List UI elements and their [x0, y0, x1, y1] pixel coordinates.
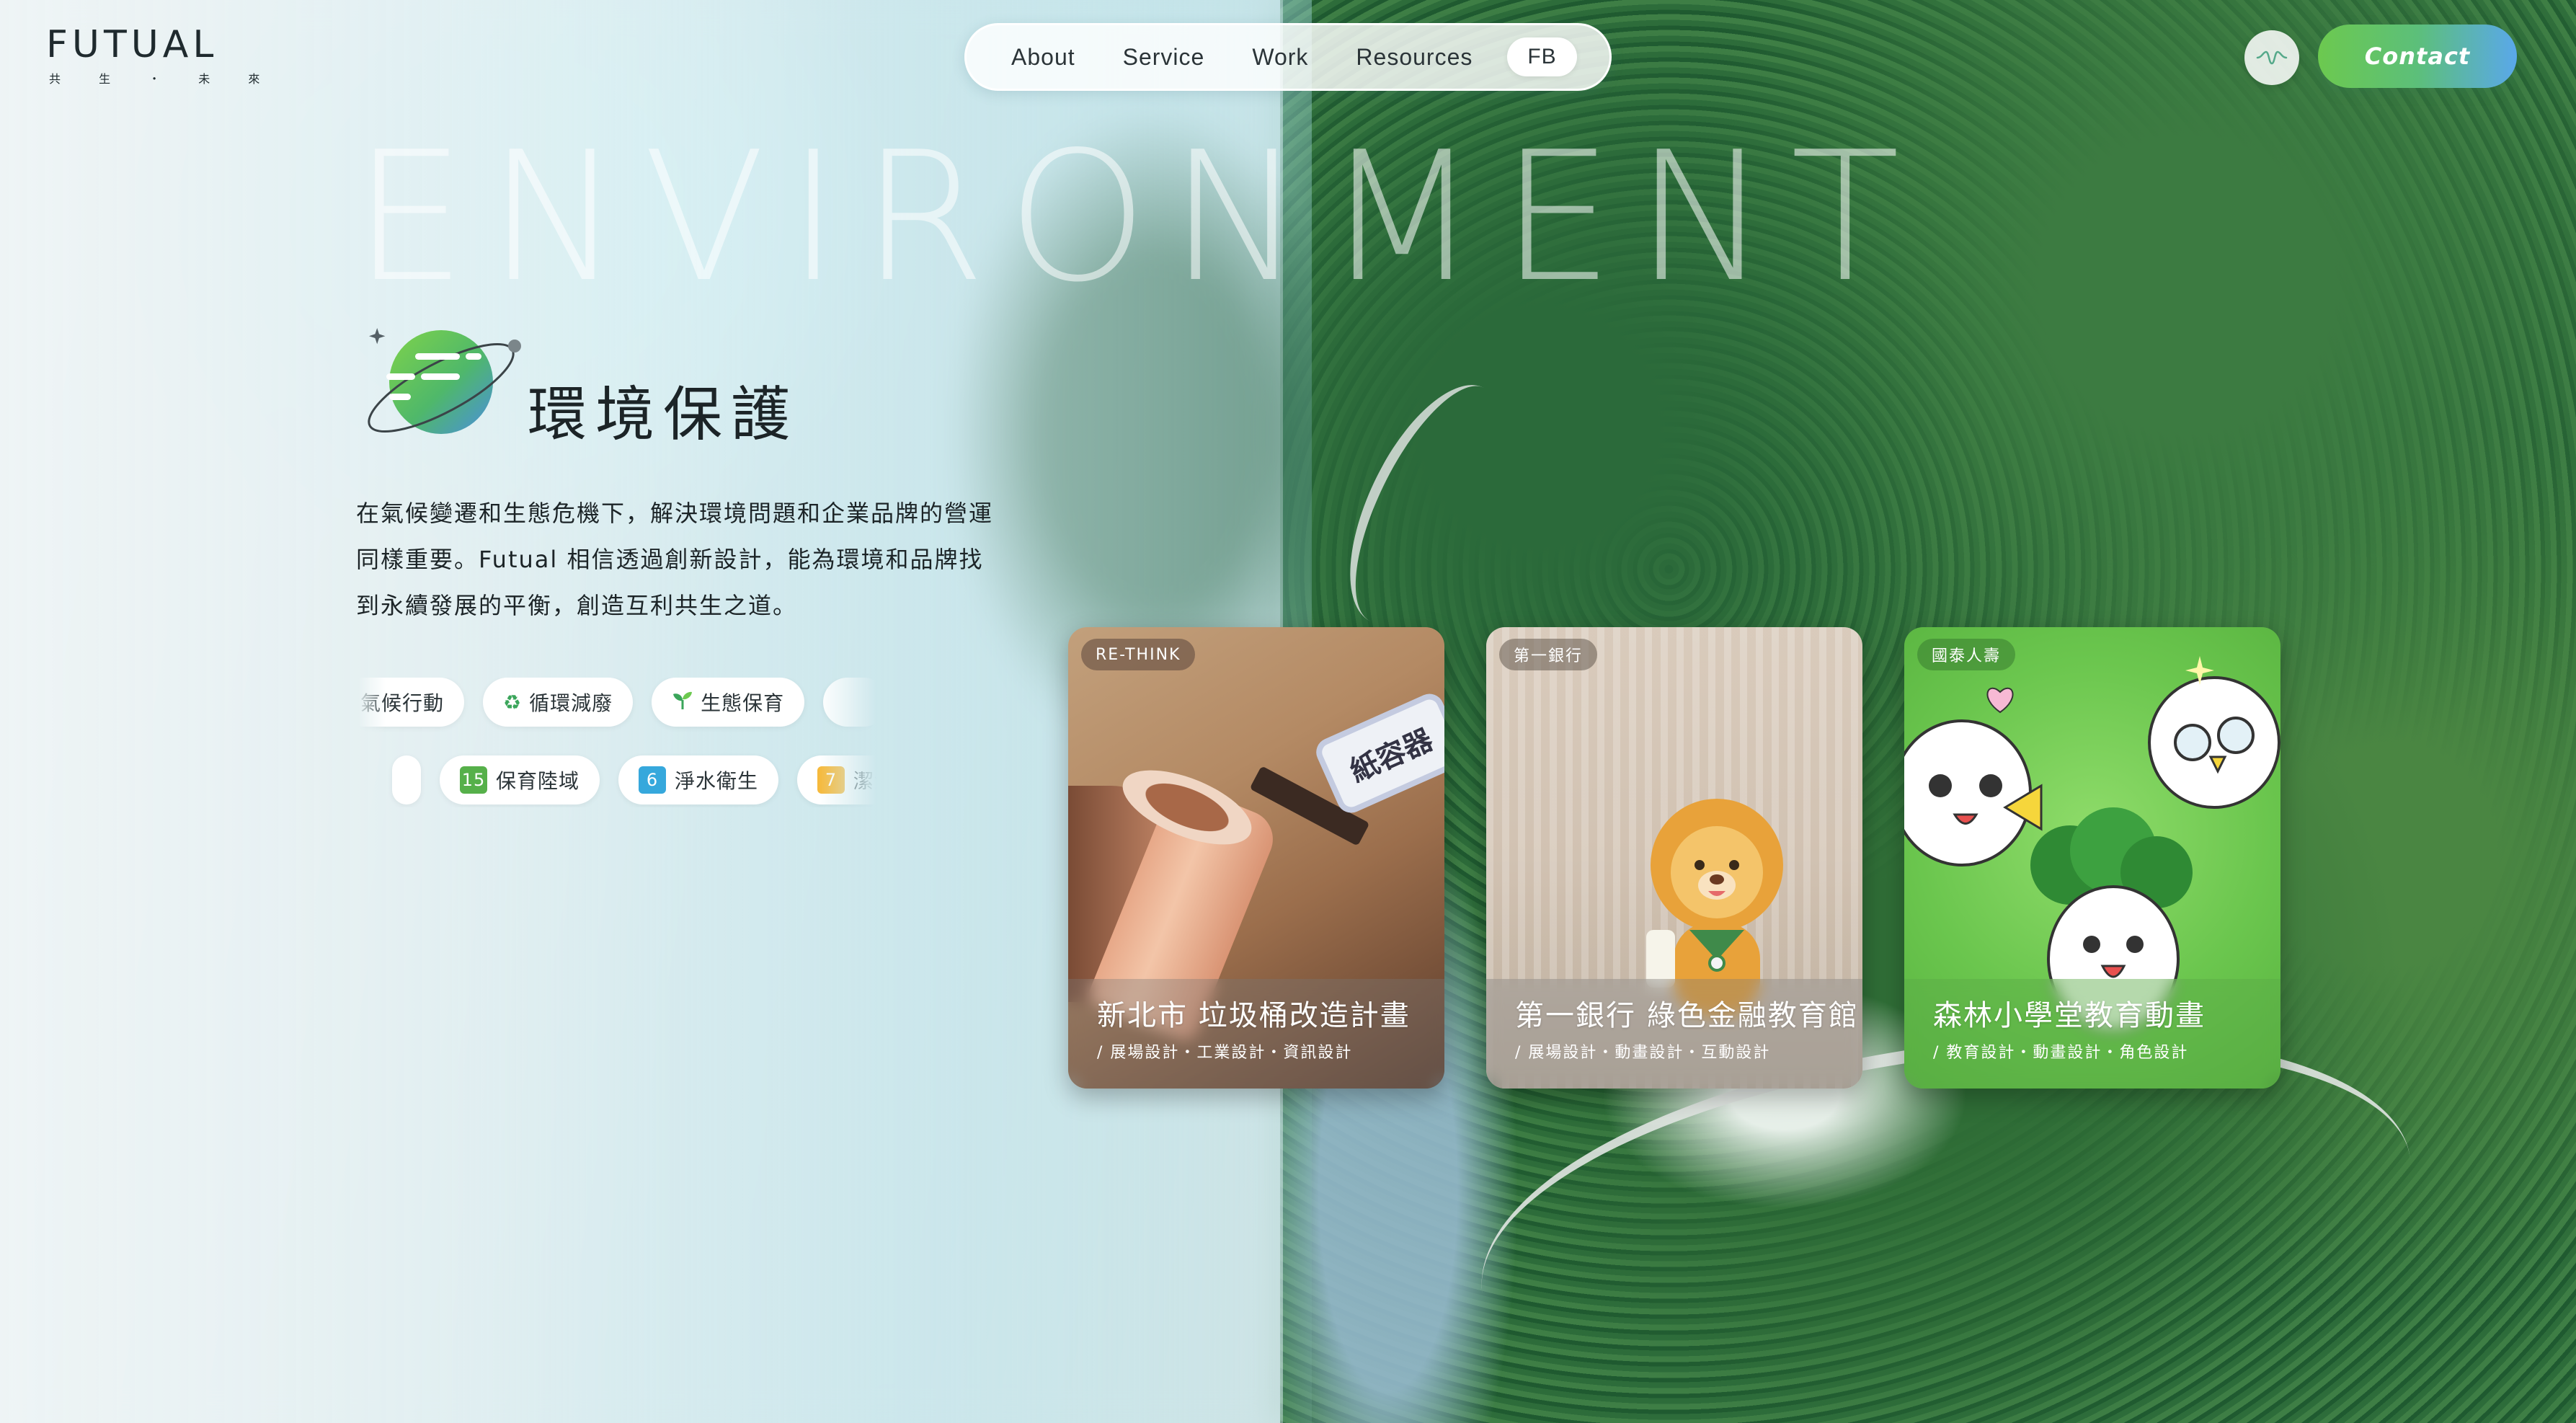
- description-line: 同樣重要。Futual 相信透過創新設計，能為環境和品牌找: [356, 546, 984, 573]
- nav-resources[interactable]: Resources: [1356, 44, 1473, 71]
- nav-service[interactable]: Service: [1123, 44, 1205, 71]
- waveform-icon: [2256, 50, 2288, 65]
- tag-partial[interactable]: [392, 755, 421, 804]
- nav-fb[interactable]: FB: [1507, 37, 1577, 76]
- recycle-icon: ♻: [503, 690, 523, 714]
- card-services: / 教育設計・動畫設計・角色設計: [1933, 1044, 2189, 1062]
- client-badge: 第一銀行: [1499, 639, 1598, 670]
- sprout-icon: [672, 690, 693, 715]
- description-line: 在氣候變遷和生態危機下，解決環境問題和企業品牌的營運: [356, 500, 994, 527]
- bin-label: 紙容器: [1311, 689, 1444, 817]
- tag-partial[interactable]: [823, 678, 876, 727]
- card-title: 新北市 垃圾桶改造計畫: [1097, 999, 1411, 1032]
- tag-life-on-land[interactable]: 15 保育陸域: [440, 755, 600, 804]
- sdg-6-icon: 6: [639, 766, 667, 794]
- section-title: 環境保護: [528, 381, 799, 449]
- logo[interactable]: FUTUAL 共 生 ・ 未 來: [46, 26, 277, 87]
- project-card-first-bank[interactable]: 第一銀行 第一銀行 綠色金融教育館 / 展場設計・動畫設計・互動設計: [1486, 627, 1862, 1089]
- card-services: / 展場設計・工業設計・資訊設計: [1097, 1044, 1353, 1062]
- sdg-15-icon: 15: [460, 766, 487, 794]
- tag-label: 循環減廢: [529, 691, 613, 715]
- client-badge: RE-THINK: [1081, 639, 1196, 670]
- sdg-7-icon: 7: [817, 766, 845, 794]
- project-card-rethink[interactable]: 紙容器 RE-THINK 新北市 垃圾桶改造計畫 / 展場設計・工業設計・資訊設…: [1068, 627, 1444, 1089]
- tag-label: 保育陸域: [496, 769, 580, 793]
- tag-recycle[interactable]: ♻ 循環減廢: [483, 678, 634, 727]
- heart-icon: [1986, 687, 2014, 714]
- nav-work[interactable]: Work: [1252, 44, 1308, 71]
- card-services: / 展場設計・動畫設計・互動設計: [1515, 1044, 1771, 1062]
- tag-marquee: 氣候行動 ♻ 循環減廢 生態保育 15 保育陸域 6 淨水衛生 7 潔淨能: [357, 678, 876, 807]
- owl-right-character: [2148, 676, 2280, 809]
- nav-about[interactable]: About: [1011, 44, 1075, 71]
- client-badge: 國泰人壽: [1917, 639, 2016, 670]
- sound-toggle-button[interactable]: [2244, 30, 2299, 85]
- hero-background-word: ENVIRONMENT: [353, 114, 1922, 322]
- tag-climate-action[interactable]: 氣候行動: [357, 678, 465, 727]
- logo-subtitle: 共 生 ・ 未 來: [49, 72, 277, 86]
- card-title: 森林小學堂教育動畫: [1933, 999, 2206, 1032]
- planet-icon: [368, 328, 521, 434]
- project-card-cathay[interactable]: 國泰人壽 森林小學堂教育動畫 / 教育設計・動畫設計・角色設計: [1904, 627, 2280, 1089]
- contact-button[interactable]: Contact: [2318, 25, 2517, 88]
- tag-label: 潔淨能: [853, 769, 876, 793]
- tag-row-2: 15 保育陸域 6 淨水衛生 7 潔淨能: [392, 755, 876, 804]
- tag-clean-water[interactable]: 6 淨水衛生: [618, 755, 779, 804]
- section-description: 在氣候變遷和生態危機下，解決環境問題和企業品牌的營運 同樣重要。Futual 相…: [356, 490, 1019, 629]
- logo-wordmark: FUTUAL: [46, 23, 218, 66]
- tag-label: 生態保育: [701, 691, 785, 715]
- card-title: 第一銀行 綠色金融教育館: [1515, 999, 1859, 1032]
- description-line: 到永續發展的平衡，創造互利共生之道。: [356, 592, 798, 619]
- tag-row-1: 氣候行動 ♻ 循環減廢 生態保育: [357, 678, 876, 727]
- tag-ecology[interactable]: 生態保育: [652, 678, 805, 727]
- main-nav: About Service Work Resources FB: [964, 23, 1612, 91]
- sparkle-icon: [2185, 656, 2214, 685]
- tag-label: 氣候行動: [360, 691, 445, 715]
- tag-label: 淨水衛生: [675, 769, 759, 793]
- tag-clean-energy[interactable]: 7 潔淨能: [797, 755, 876, 804]
